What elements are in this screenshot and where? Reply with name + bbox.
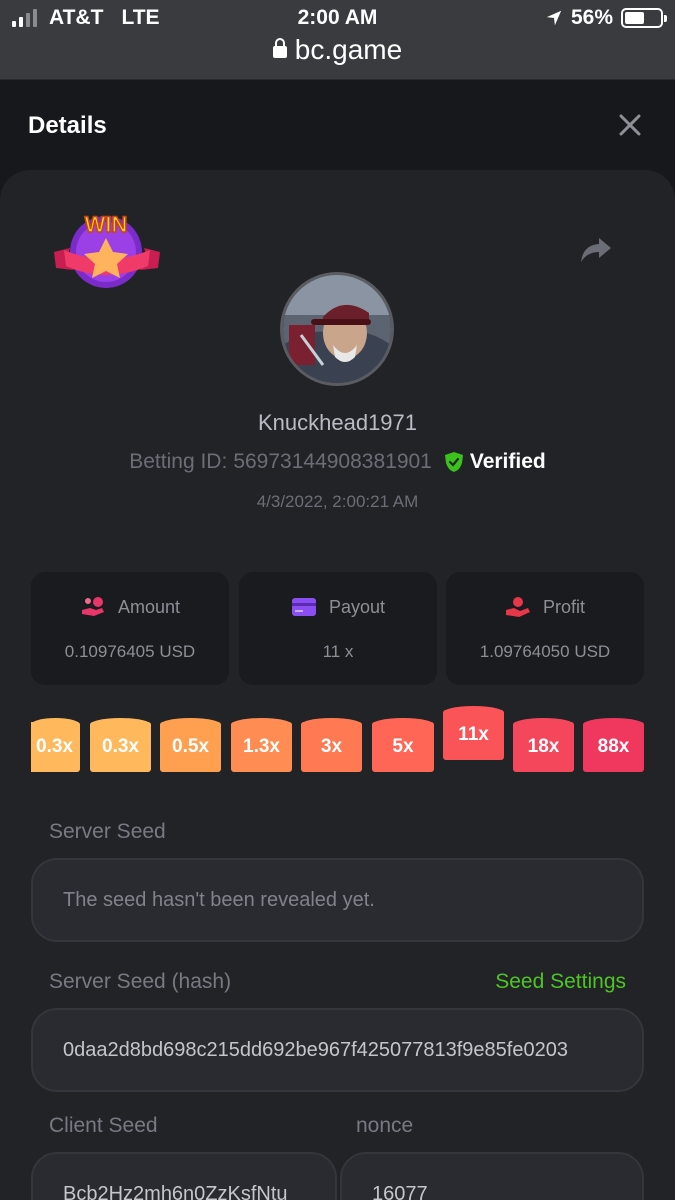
- username[interactable]: Knuckhead1971: [0, 410, 675, 436]
- location-arrow-icon: [546, 10, 562, 26]
- verified-shield-icon: [444, 452, 463, 472]
- server-seed-hash-field[interactable]: 0daa2d8bd698c215dd692be967f425077813f9e8…: [31, 1008, 644, 1092]
- stat-amount-value: 0.10976405 USD: [64, 642, 196, 661]
- bet-datetime: 4/3/2022, 2:00:21 AM: [256, 492, 419, 511]
- multiplier-chip[interactable]: 88x: [583, 718, 644, 772]
- betting-id-label: Betting ID:: [129, 450, 228, 473]
- multiplier-chip[interactable]: 5x: [372, 718, 434, 772]
- multiplier-chip[interactable]: 1.3x: [231, 718, 292, 772]
- stat-profit-label: Profit: [542, 596, 585, 617]
- avatar[interactable]: [280, 272, 394, 386]
- status-bar: AT&T LTE 2:00 AM 56% bc.game: [0, 0, 675, 80]
- client-seed-label: Client Seed: [49, 1114, 158, 1137]
- seed-settings-link[interactable]: Seed Settings: [495, 970, 626, 994]
- betting-id-line: Betting ID: 56973144908381901 Verified: [0, 450, 675, 474]
- multiplier-chip[interactable]: 0.3x: [90, 718, 151, 772]
- bet-details-panel: WIN Knuckhead1971 Betting ID: 5697314490…: [0, 170, 675, 1200]
- multiplier-chip[interactable]: 0.3x: [31, 718, 80, 772]
- server-seed-label: Server Seed: [49, 820, 166, 843]
- page-title: Details: [28, 112, 107, 139]
- status-right: 56%: [545, 6, 667, 30]
- multiplier-chip-selected[interactable]: 11x: [443, 706, 504, 760]
- profit-hand-icon: [505, 597, 530, 617]
- stat-amount-label: Amount: [117, 596, 181, 617]
- share-icon[interactable]: [579, 232, 613, 266]
- battery-icon: [621, 8, 667, 28]
- verified-label[interactable]: Verified: [470, 450, 546, 474]
- win-badge-text: WIN: [85, 212, 128, 237]
- betting-id: 56973144908381901: [233, 450, 432, 473]
- lock-icon: [272, 38, 287, 58]
- stat-payout: Payout 11 x: [239, 572, 437, 685]
- details-header: Details: [0, 80, 675, 170]
- coins-hand-icon: [81, 597, 104, 616]
- close-icon[interactable]: [615, 110, 645, 140]
- server-seed-field: The seed hasn't been revealed yet.: [31, 858, 644, 942]
- nonce-label: nonce: [356, 1114, 414, 1137]
- stat-payout-value: 11 x: [322, 642, 354, 661]
- nonce-field[interactable]: 16077: [340, 1152, 644, 1200]
- win-badge-icon: WIN: [54, 211, 160, 288]
- multiplier-chip[interactable]: 18x: [513, 718, 574, 772]
- url-bar[interactable]: bc.game: [0, 34, 675, 66]
- client-seed-field[interactable]: Bcb2Hz2mh6n0ZzKsfNtu: [31, 1152, 337, 1200]
- avatar-image: [283, 275, 391, 383]
- multiplier-chip[interactable]: 3x: [301, 718, 362, 772]
- stat-profit-value: 1.09764050 USD: [479, 642, 611, 661]
- battery-percent: 56%: [570, 6, 613, 29]
- stat-amount: Amount 0.10976405 USD: [31, 572, 229, 685]
- stat-profit: Profit 1.09764050 USD: [446, 572, 644, 685]
- url-text: bc.game: [294, 34, 403, 65]
- card-icon: [291, 598, 316, 616]
- multiplier-chip[interactable]: 0.5x: [160, 718, 221, 772]
- stat-payout-label: Payout: [328, 596, 386, 617]
- server-seed-hash-label: Server Seed (hash): [49, 970, 232, 993]
